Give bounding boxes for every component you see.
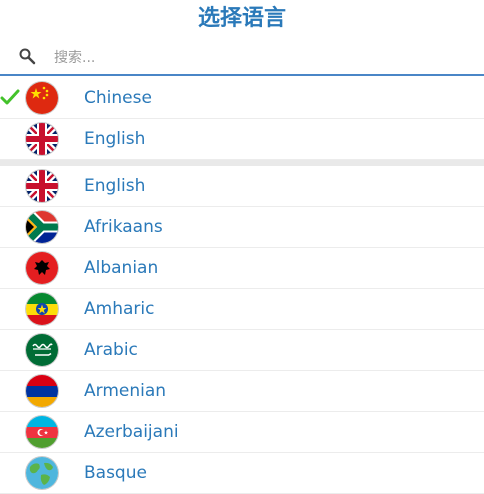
saudi-arabia-flag-icon: [26, 334, 58, 366]
language-row-english[interactable]: English: [0, 119, 484, 160]
uk-flag-icon: [26, 123, 58, 155]
language-row-chinese[interactable]: Chinese: [0, 78, 484, 119]
south-africa-flag-icon: [26, 211, 58, 243]
language-name: English: [84, 129, 146, 149]
language-name: Afrikaans: [84, 217, 163, 237]
language-row-arabic[interactable]: Arabic: [0, 330, 484, 371]
language-row-afrikaans[interactable]: Afrikaans: [0, 207, 484, 248]
language-row-albanian[interactable]: Albanian: [0, 248, 484, 289]
language-name: Chinese: [84, 88, 152, 108]
language-name: Albanian: [84, 258, 159, 278]
page-title: 选择语言: [197, 6, 286, 31]
checkmark-icon: [0, 89, 20, 105]
language-name: English: [84, 176, 146, 196]
azerbaijan-flag-icon: [26, 416, 58, 448]
search-input[interactable]: [52, 45, 456, 71]
language-row-english[interactable]: English: [0, 166, 484, 207]
language-row-amharic[interactable]: Amharic: [0, 289, 484, 330]
language-name: Azerbaijani: [84, 422, 179, 442]
language-list: English Afrikaans Albanian Amharic Arabi…: [0, 166, 484, 494]
language-row-azerbaijani[interactable]: Azerbaijani: [0, 412, 484, 453]
ethiopia-flag-icon: [26, 293, 58, 325]
albania-flag-icon: [26, 252, 58, 284]
language-name: Basque: [84, 463, 147, 483]
language-name: Amharic: [84, 299, 155, 319]
language-name: Armenian: [84, 381, 167, 401]
language-name: Arabic: [84, 340, 138, 360]
search-bar[interactable]: [0, 38, 484, 76]
search-icon: [19, 48, 36, 65]
globe-icon: [26, 457, 58, 489]
uk-flag-icon: [26, 170, 58, 202]
language-row-basque[interactable]: Basque: [0, 453, 484, 494]
selected-language-list: Chinese English: [0, 78, 484, 160]
armenia-flag-icon: [26, 375, 58, 407]
china-flag-icon: [26, 82, 58, 114]
language-row-armenian[interactable]: Armenian: [0, 371, 484, 412]
